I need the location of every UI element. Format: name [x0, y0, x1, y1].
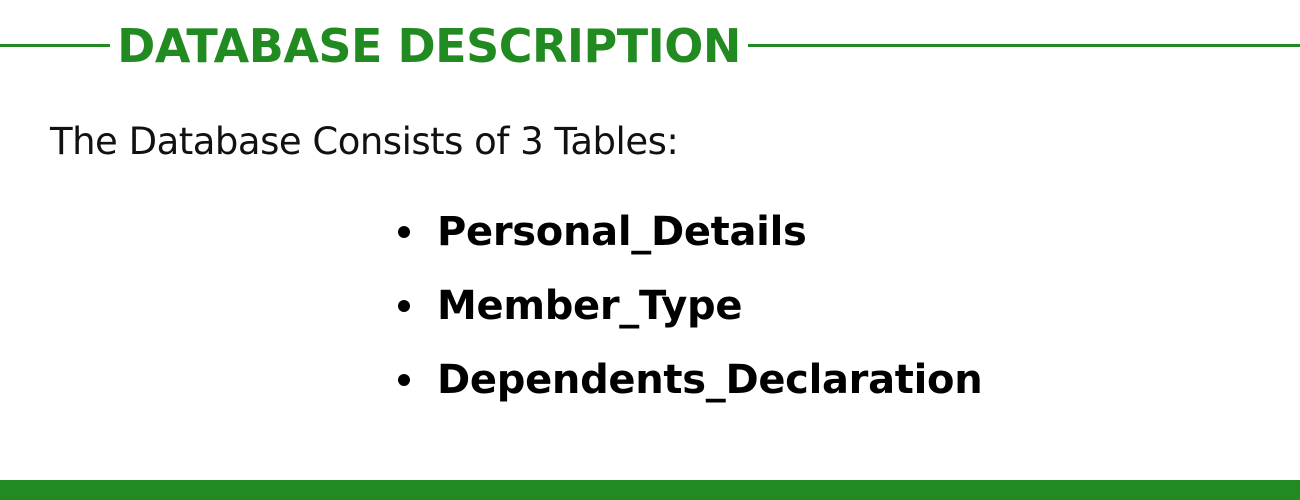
- list-item: Personal_Details: [398, 195, 982, 269]
- bullet-icon: [398, 374, 410, 386]
- page-title: DATABASE DESCRIPTION: [117, 19, 741, 73]
- bullet-icon: [398, 300, 410, 312]
- footer-bar: [0, 480, 1300, 500]
- table-name: Member_Type: [437, 283, 743, 329]
- intro-text: The Database Consists of 3 Tables:: [50, 120, 679, 163]
- table-name: Dependents_Declaration: [437, 357, 983, 403]
- table-list: Personal_Details Member_Type Dependents_…: [398, 195, 983, 417]
- bullet-icon: [398, 226, 410, 238]
- list-item: Member_Type: [398, 269, 982, 343]
- header-rule-left: [0, 44, 110, 47]
- header-rule-right: [748, 44, 1300, 47]
- table-name: Personal_Details: [437, 209, 807, 255]
- section-header: DATABASE DESCRIPTION: [0, 18, 1300, 74]
- list-item: Dependents_Declaration: [398, 343, 983, 417]
